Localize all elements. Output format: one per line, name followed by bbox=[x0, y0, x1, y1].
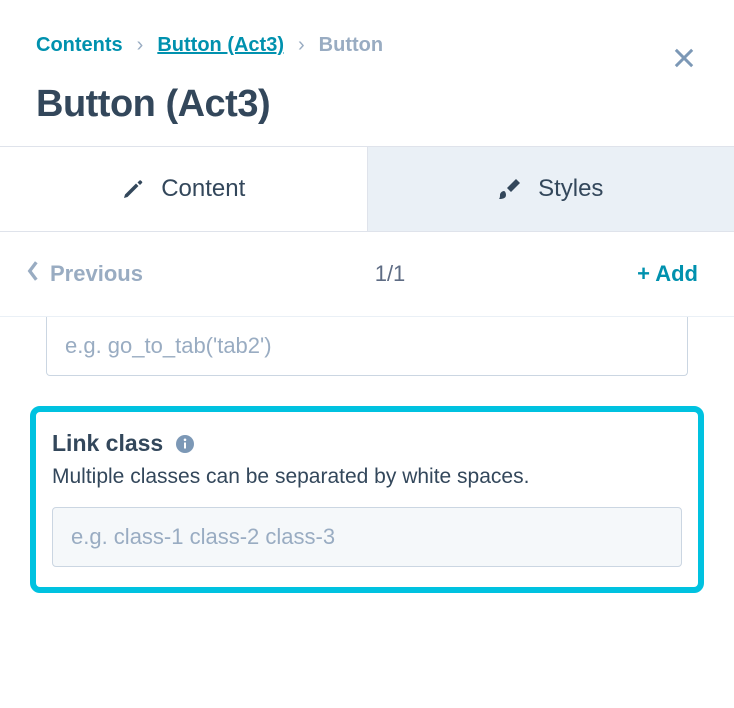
close-button[interactable] bbox=[670, 44, 698, 77]
page-title: Button (Act3) bbox=[36, 83, 698, 126]
tab-styles-label: Styles bbox=[538, 175, 603, 203]
breadcrumb: Contents › Button (Act3) › Button bbox=[36, 34, 698, 57]
link-class-input[interactable] bbox=[52, 507, 682, 567]
info-icon[interactable] bbox=[175, 434, 195, 454]
chevron-left-icon bbox=[26, 260, 40, 288]
previous-button[interactable]: Previous bbox=[26, 260, 143, 288]
breadcrumb-current: Button bbox=[319, 34, 383, 57]
onclick-input[interactable] bbox=[46, 317, 688, 376]
tab-styles[interactable]: Styles bbox=[367, 147, 734, 231]
chevron-right-icon: › bbox=[298, 34, 305, 57]
chevron-right-icon: › bbox=[137, 34, 144, 57]
link-class-section: Link class Multiple classes can be separ… bbox=[30, 406, 704, 593]
item-count: 1/1 bbox=[375, 261, 406, 287]
onclick-field bbox=[46, 317, 688, 376]
close-icon bbox=[670, 59, 698, 76]
previous-label: Previous bbox=[50, 261, 143, 287]
link-class-help: Multiple classes can be separated by whi… bbox=[52, 465, 682, 489]
pencil-icon bbox=[121, 177, 145, 201]
tab-content-label: Content bbox=[161, 175, 245, 203]
breadcrumb-mid-link[interactable]: Button (Act3) bbox=[157, 34, 284, 57]
brush-icon bbox=[498, 177, 522, 201]
add-button[interactable]: + Add bbox=[637, 261, 698, 287]
breadcrumb-root-link[interactable]: Contents bbox=[36, 34, 123, 57]
tabs: Content Styles bbox=[0, 146, 734, 232]
item-nav: Previous 1/1 + Add bbox=[0, 232, 734, 316]
tab-content[interactable]: Content bbox=[0, 147, 367, 231]
link-class-label: Link class bbox=[52, 430, 163, 457]
